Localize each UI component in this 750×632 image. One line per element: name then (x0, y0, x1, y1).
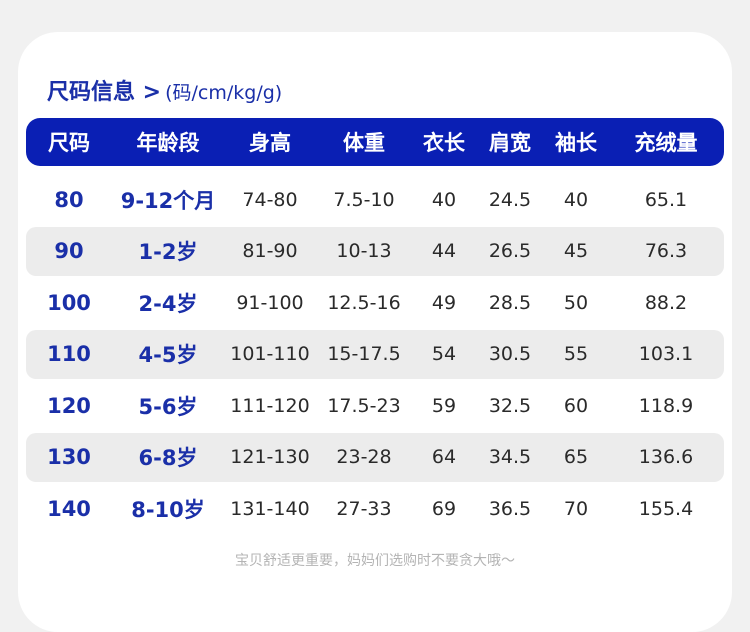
cell-fill: 155.4 (638, 497, 694, 520)
cell-age: 1-2岁 (138, 240, 198, 264)
header-fill: 充绒量 (634, 131, 698, 155)
cell-weight: 23-28 (336, 446, 392, 468)
cell-fill: 103.1 (638, 343, 694, 365)
cell-height: 101-110 (230, 343, 310, 365)
cell-age: 5-6岁 (138, 394, 198, 419)
table-row: 140 8-10岁 131-140 27-33 69 36.5 70 155.4 (26, 484, 724, 533)
cell-sleeve: 65 (563, 446, 589, 468)
header-height: 身高 (249, 131, 291, 155)
table-row: 120 5-6岁 111-120 17.5-23 59 32.5 60 118.… (26, 381, 724, 430)
cell-weight: 10-13 (336, 240, 392, 262)
footnote-text: 宝贝舒适更重要，妈妈们选购时不要贪大哦～ (235, 553, 515, 569)
cell-sleeve: 40 (563, 188, 589, 211)
cell-height: 74-80 (242, 188, 298, 211)
cell-weight: 15-17.5 (327, 343, 401, 365)
cell-shoulder: 28.5 (488, 291, 532, 314)
cell-length: 69 (431, 497, 457, 520)
header-age: 年龄段 (136, 131, 200, 155)
cell-shoulder: 26.5 (488, 240, 532, 262)
cell-length: 64 (431, 446, 457, 468)
cell-shoulder: 34.5 (488, 446, 532, 468)
cell-weight: 17.5-23 (327, 394, 401, 417)
cell-age: 6-8岁 (138, 446, 198, 470)
cell-size: 110 (47, 342, 91, 366)
header-weight: 体重 (343, 131, 385, 155)
cell-fill: 76.3 (644, 240, 688, 262)
cell-age: 4-5岁 (138, 343, 198, 367)
table-body: 80 9-12个月 74-80 7.5-10 40 24.5 40 65.1 9… (26, 175, 724, 533)
table-row: 80 9-12个月 74-80 7.5-10 40 24.5 40 65.1 (26, 175, 724, 224)
heading-units: (码/cm/kg/g) (165, 82, 283, 104)
table-row: 90 1-2岁 81-90 10-13 44 26.5 45 76.3 (26, 226, 724, 276)
cell-weight: 7.5-10 (333, 188, 395, 211)
cell-shoulder: 36.5 (488, 497, 532, 520)
cell-sleeve: 55 (563, 343, 589, 365)
cell-age: 2-4岁 (138, 291, 198, 316)
cell-weight: 12.5-16 (327, 291, 401, 314)
size-table: 尺码 年龄段 身高 体重 衣长 肩宽 袖长 充绒量 80 9-12个月 74-8… (26, 118, 724, 536)
cell-fill: 136.6 (638, 446, 694, 468)
cell-length: 44 (431, 240, 457, 262)
cell-sleeve: 60 (563, 394, 589, 417)
cell-size: 80 (54, 187, 84, 212)
header-sleeve: 袖长 (555, 131, 597, 155)
section-heading: 尺码信息 > (码/cm/kg/g) (47, 74, 282, 108)
cell-fill: 65.1 (644, 188, 688, 211)
cell-sleeve: 50 (563, 291, 589, 314)
table-row: 130 6-8岁 121-130 23-28 64 34.5 65 136.6 (26, 432, 724, 482)
cell-length: 49 (431, 291, 457, 314)
cell-size: 130 (47, 445, 91, 469)
cell-age: 8-10岁 (131, 497, 205, 522)
header-shoulder: 肩宽 (489, 131, 531, 155)
cell-height: 111-120 (230, 394, 310, 417)
cell-height: 121-130 (230, 446, 310, 468)
cell-length: 40 (431, 188, 457, 211)
cell-shoulder: 32.5 (488, 394, 532, 417)
cell-size: 100 (47, 290, 91, 315)
cell-height: 91-100 (236, 291, 304, 314)
cell-shoulder: 24.5 (488, 188, 532, 211)
cell-fill: 118.9 (638, 394, 694, 417)
table-header: 尺码 年龄段 身高 体重 衣长 肩宽 袖长 充绒量 (26, 118, 724, 166)
heading-title: 尺码信息 > (47, 80, 162, 105)
cell-age: 9-12个月 (120, 188, 216, 213)
cell-height: 131-140 (230, 497, 310, 520)
cell-height: 81-90 (242, 240, 298, 262)
table-row: 110 4-5岁 101-110 15-17.5 54 30.5 55 103.… (26, 329, 724, 379)
cell-size: 90 (54, 239, 84, 263)
cell-shoulder: 30.5 (488, 343, 532, 365)
cell-size: 120 (47, 393, 91, 418)
header-size: 尺码 (48, 131, 90, 155)
header-length: 衣长 (423, 131, 465, 155)
table-row: 100 2-4岁 91-100 12.5-16 49 28.5 50 88.2 (26, 278, 724, 327)
cell-sleeve: 45 (563, 240, 589, 262)
cell-sleeve: 70 (563, 497, 589, 520)
cell-fill: 88.2 (644, 291, 688, 314)
cell-weight: 27-33 (336, 497, 392, 520)
cell-size: 140 (47, 496, 91, 521)
cell-length: 59 (431, 394, 457, 417)
cell-length: 54 (431, 343, 457, 365)
